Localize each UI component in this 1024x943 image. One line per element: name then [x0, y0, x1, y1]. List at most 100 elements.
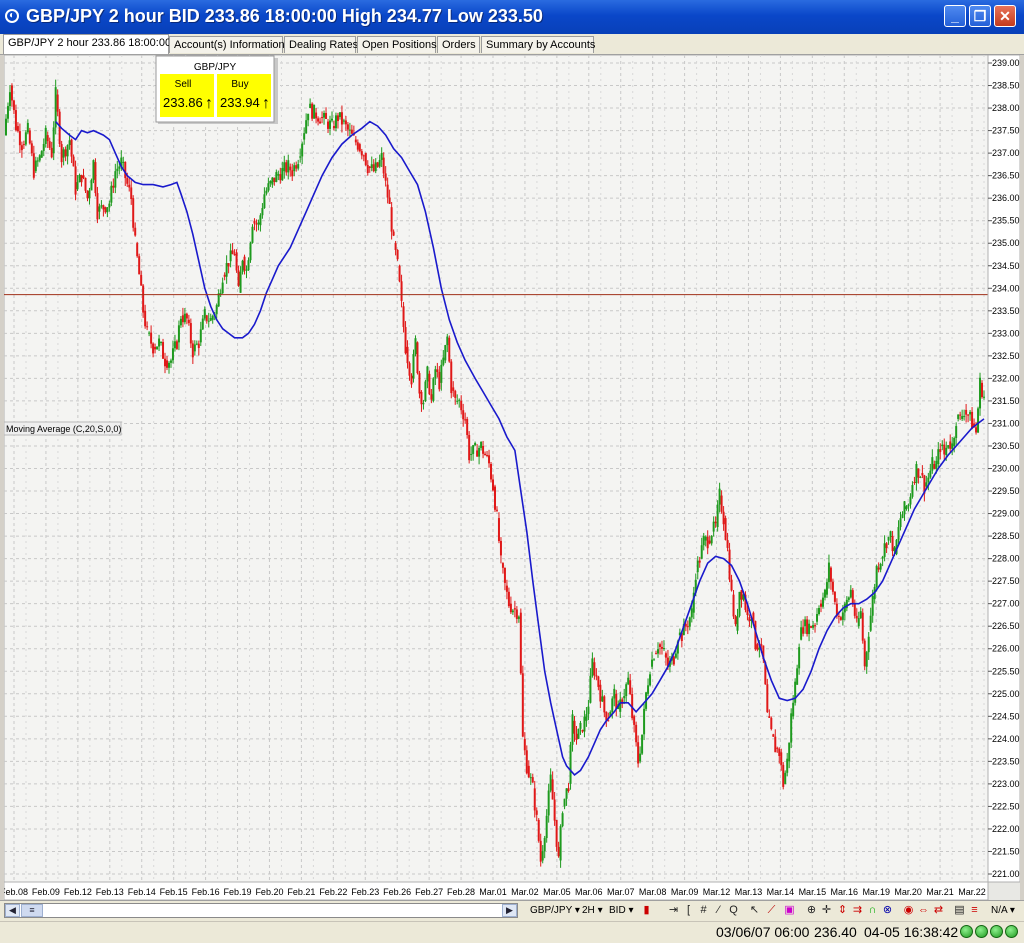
scroll-right-button[interactable]: ▶: [502, 904, 517, 917]
candle-body: [255, 223, 258, 225]
candle-body: [398, 265, 401, 282]
candle-body: [810, 626, 813, 628]
candle-body: [273, 177, 276, 183]
price-select[interactable]: BID ▾: [609, 903, 633, 918]
candle-body: [108, 203, 111, 208]
close-button[interactable]: ✕: [994, 5, 1016, 27]
candle-body: [283, 162, 286, 172]
candle-body: [98, 206, 101, 212]
symbol-select[interactable]: GBP/JPY ▾: [530, 903, 580, 918]
arrows-icon[interactable]: ⇄: [932, 904, 945, 917]
candle-body: [16, 126, 19, 132]
quote-symbol: GBP/JPY: [194, 62, 237, 73]
bracket-icon[interactable]: [: [682, 904, 695, 917]
delete-icon[interactable]: ⊗: [881, 904, 894, 917]
indicator-icon[interactable]: ≡: [968, 904, 981, 917]
candle-body: [513, 608, 516, 610]
candle-body: [382, 157, 385, 174]
candle-body: [474, 442, 477, 446]
minimize-button[interactable]: _: [944, 5, 966, 27]
tab-orders[interactable]: Orders: [437, 36, 480, 53]
candle-body: [444, 345, 447, 361]
chart-area[interactable]: 233.86 239.00 238.50 238.00 237.50 237.00 236…: [0, 54, 1021, 901]
zoom-icon[interactable]: Q: [727, 904, 740, 917]
x-tick-label: Mar.14: [767, 887, 795, 897]
x-tick-label: Feb.19: [224, 887, 252, 897]
candle-body: [539, 840, 542, 862]
server-status-icon: [1005, 925, 1018, 938]
hand-icon[interactable]: ⇔: [917, 904, 930, 917]
arrow-up-down-icon[interactable]: ⇕: [836, 904, 849, 917]
rectangle-icon[interactable]: ▣: [783, 904, 796, 917]
zoom-in-icon[interactable]: ⊕: [805, 904, 818, 917]
restore-button[interactable]: ❐: [969, 5, 991, 27]
candle-body: [883, 543, 886, 557]
y-tick-label: 226.50: [992, 621, 1020, 631]
tab-chart[interactable]: GBP/JPY 2 hour 233.86 18:00:00: [3, 34, 171, 54]
scroll-left-button[interactable]: ◀: [5, 904, 20, 917]
candle-body: [34, 160, 37, 172]
zoom-select[interactable]: N/A ▾: [991, 903, 1015, 918]
fibonacci-icon[interactable]: ⁄: [712, 904, 725, 917]
candle-body: [295, 165, 298, 169]
eye-icon[interactable]: ◉: [902, 904, 915, 917]
candle-body: [442, 357, 445, 365]
chart-scrollbar[interactable]: ◀ ≡ ▶: [4, 903, 518, 918]
candle-body: [482, 445, 485, 454]
candle-body: [547, 790, 550, 816]
cursor-icon[interactable]: ↖: [748, 904, 761, 917]
candle-body: [277, 174, 280, 176]
cursor-line-icon[interactable]: ⇥: [667, 904, 680, 917]
y-tick-label: 222.00: [992, 824, 1020, 834]
candle-body: [197, 343, 200, 348]
candle-body: [416, 342, 419, 374]
candle-body: [486, 454, 489, 456]
magnet-icon[interactable]: ∩: [866, 904, 879, 917]
candle-body: [756, 644, 759, 650]
candle-body: [152, 343, 155, 354]
candle-body: [859, 611, 862, 619]
candle-body: [823, 589, 826, 598]
tab-summary-by-accounts[interactable]: Summary by Accounts: [481, 36, 595, 53]
tab-open-positions[interactable]: Open Positions: [357, 36, 437, 53]
candle-body: [46, 135, 49, 142]
candle-body: [649, 674, 652, 686]
bar-chart-type-icon[interactable]: ▮: [640, 904, 653, 917]
x-tick-label: Mar.08: [639, 887, 667, 897]
candle-body: [613, 688, 616, 699]
properties-icon[interactable]: ▤: [953, 904, 966, 917]
candle-body: [24, 132, 27, 145]
candle-body: [879, 563, 882, 570]
indicator-label-box[interactable]: Moving Average (C,20,S,0,0): [3, 421, 122, 436]
candle-body: [885, 543, 888, 549]
candle-body: [148, 332, 151, 334]
grid-icon[interactable]: #: [697, 904, 710, 917]
x-tick-label: Mar.19: [862, 887, 890, 897]
candle-body: [370, 164, 373, 168]
candle-body: [114, 171, 117, 188]
candle-body: [404, 327, 407, 354]
quote-box[interactable]: GBP/JPY Sell Buy 233.86 233.94 ↑ ↑: [155, 55, 278, 124]
price-chart[interactable]: 233.86 239.00 238.50 238.00 237.50 237.00 236…: [0, 54, 1021, 901]
candle-body: [818, 608, 821, 615]
candle-body: [917, 468, 920, 478]
crosshair-icon[interactable]: ✛: [820, 904, 833, 917]
tab-dealing-rates[interactable]: Dealing Rates: [284, 36, 358, 53]
candle-body: [257, 222, 260, 225]
candle-body: [126, 178, 129, 184]
channel-icon[interactable]: ⇉: [851, 904, 864, 917]
candle-body: [225, 263, 228, 277]
y-tick-label: 228.00: [992, 554, 1020, 564]
candle-body: [877, 567, 880, 570]
candle-body: [651, 659, 654, 667]
candle-body: [346, 124, 349, 130]
candle-body: [52, 127, 55, 154]
candle-body: [177, 325, 180, 343]
candle-body: [181, 315, 184, 323]
scroll-thumb[interactable]: ≡: [21, 904, 43, 917]
candle-body: [187, 319, 190, 324]
trendline-icon[interactable]: ⟋: [765, 904, 778, 917]
period-select[interactable]: 2H ▾: [582, 903, 603, 918]
tab-account-information[interactable]: Account(s) Information: [169, 36, 285, 53]
candle-body: [42, 143, 45, 151]
